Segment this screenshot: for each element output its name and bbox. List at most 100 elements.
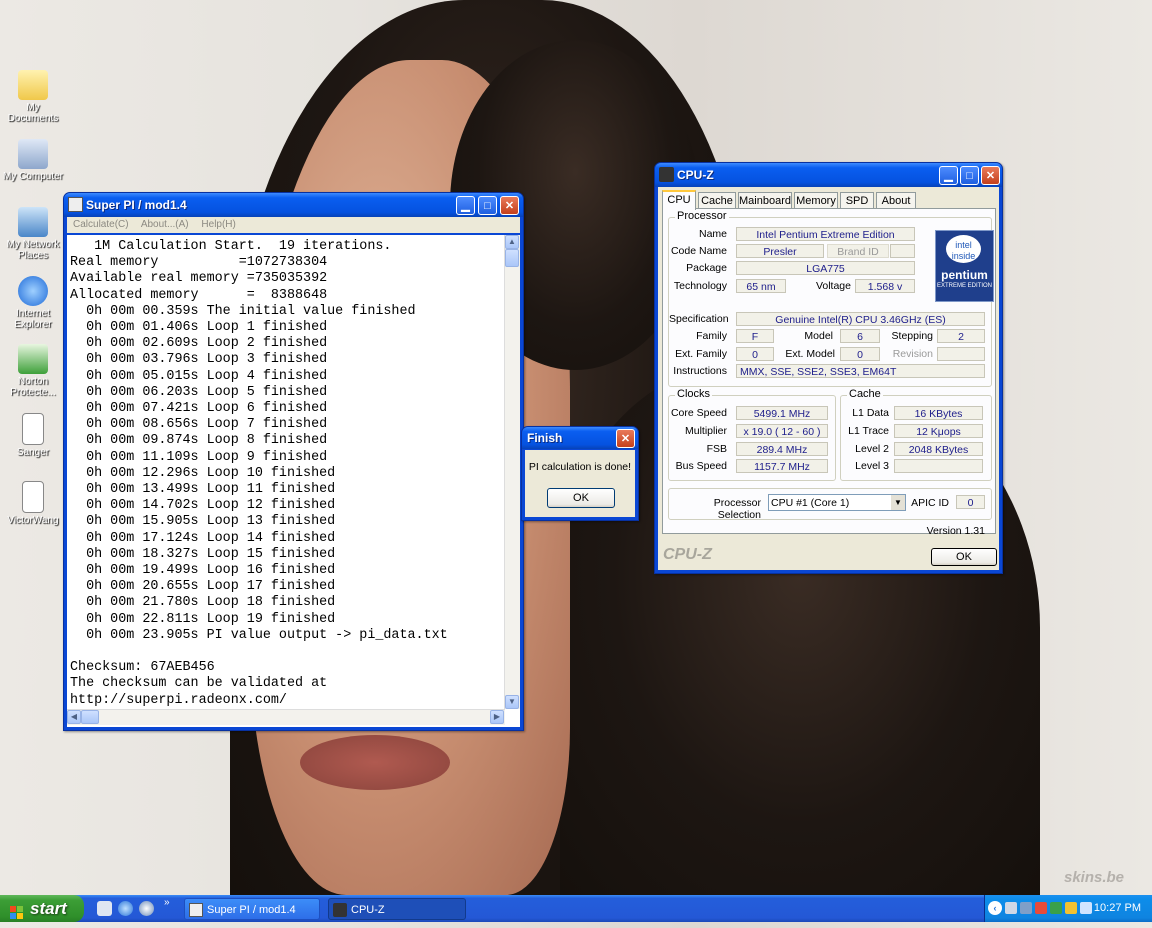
cpu-tab-panel: Processor Name Intel Pentium Extreme Edi… — [662, 208, 996, 534]
vertical-scrollbar[interactable]: ▲ ▼ — [504, 235, 520, 709]
scroll-left-icon[interactable]: ◀ — [67, 710, 81, 724]
clock[interactable]: 10:27 PM — [1094, 895, 1141, 922]
brandid-label: Brand ID — [827, 244, 889, 258]
superpi-app-icon — [68, 197, 83, 212]
model-field: 6 — [840, 329, 880, 343]
hscroll-thumb[interactable] — [81, 710, 99, 724]
core-speed-field: 5499.1 MHz — [736, 406, 828, 420]
superpi-task-icon — [189, 903, 203, 917]
text-file-icon — [22, 413, 44, 445]
superpi-title: Super PI / mod1.4 — [86, 198, 187, 212]
folder-icon — [18, 70, 48, 100]
ie-icon — [18, 276, 48, 306]
tray-expand-icon[interactable]: ‹ — [988, 901, 1002, 915]
bus-speed-field: 1157.7 MHz — [736, 459, 828, 473]
brandid-field — [890, 244, 915, 258]
chevron-down-icon[interactable]: ▼ — [891, 495, 905, 510]
clocks-group: Clocks Core Speed 5499.1 MHz Multiplier … — [668, 388, 836, 481]
menu-calculate[interactable]: Calculate(C) — [73, 219, 129, 230]
tab-memory[interactable]: Memory — [794, 192, 838, 209]
finish-titlebar[interactable]: Finish ✕ — [522, 427, 638, 449]
superpi-output-area[interactable]: 1M Calculation Start. 19 iterations. Rea… — [67, 235, 520, 727]
stepping-field: 2 — [937, 329, 985, 343]
desktop-quicklaunch-icon[interactable] — [97, 901, 112, 916]
tab-mainboard[interactable]: Mainboard — [738, 192, 792, 209]
cache-group: Cache L1 Data 16 KBytes L1 Trace 12 Kμop… — [840, 388, 992, 481]
task-superpi[interactable]: Super PI / mod1.4 — [184, 898, 320, 920]
superpi-titlebar[interactable]: Super PI / mod1.4 ▁ □ ✕ — [64, 193, 523, 217]
tray-icon-1[interactable] — [1005, 902, 1017, 914]
tray-icon-4[interactable] — [1050, 902, 1062, 914]
norton-icon — [18, 344, 48, 374]
desktop-icon-internet-explorer[interactable]: Internet Explorer — [0, 276, 66, 330]
desktop-icon-my-network-places[interactable]: My Network Places — [0, 207, 66, 261]
intel-pentium-logo: intel inside pentium EXTREME EDITION — [935, 230, 994, 302]
multiplier-field: x 19.0 ( 12 - 60 ) — [736, 424, 828, 438]
cpuz-title: CPU-Z — [677, 168, 714, 182]
technology-field: 65 nm — [736, 279, 786, 293]
maximize-button[interactable]: □ — [960, 166, 979, 185]
desktop-icon-my-documents[interactable]: My Documents — [0, 70, 66, 124]
finish-dialog: Finish ✕ PI calculation is done! OK — [521, 426, 639, 521]
tab-about[interactable]: About — [876, 192, 916, 209]
ie-quicklaunch-icon[interactable] — [118, 901, 133, 916]
minimize-button[interactable]: ▁ — [939, 166, 958, 185]
fsb-field: 289.4 MHz — [736, 442, 828, 456]
cpuz-app-icon — [659, 167, 674, 182]
close-button[interactable]: ✕ — [616, 429, 635, 448]
taskbar: start » Super PI / mod1.4 CPU-Z ‹ 10:27 … — [0, 895, 1152, 922]
wallpaper-watermark: skins.be — [1064, 869, 1125, 886]
desktop-icon-victorwang[interactable]: VictorWang — [0, 481, 66, 526]
finish-message: PI calculation is done! — [528, 461, 632, 473]
maximize-button[interactable]: □ — [478, 196, 497, 215]
desktop-icon-sanger[interactable]: Sanger — [0, 413, 66, 458]
menu-help[interactable]: Help(H) — [201, 219, 235, 230]
voltage-field: 1.568 v — [855, 279, 915, 293]
ext-model-field: 0 — [840, 347, 880, 361]
minimize-button[interactable]: ▁ — [456, 196, 475, 215]
version-label: Version 1.31 — [926, 525, 985, 537]
specification-field: Genuine Intel(R) CPU 3.46GHz (ES) — [736, 312, 985, 326]
media-player-quicklaunch-icon[interactable] — [139, 901, 154, 916]
desktop-icon-norton[interactable]: Norton Protecte... — [0, 344, 66, 398]
cpuz-window: CPU-Z ▁ □ ✕ CPU Cache Mainboard Memory S… — [654, 162, 1003, 574]
l1-data-field: 16 KBytes — [894, 406, 983, 420]
task-cpuz[interactable]: CPU-Z — [328, 898, 466, 920]
processor-selection-dropdown[interactable]: CPU #1 (Core 1) ▼ — [768, 494, 906, 511]
cpuz-task-icon — [333, 903, 347, 917]
tray-icon-3[interactable] — [1035, 902, 1047, 914]
desktop-icon-my-computer[interactable]: My Computer — [0, 139, 66, 182]
quicklaunch-expand-icon[interactable]: » — [164, 897, 170, 908]
volume-icon[interactable] — [1080, 902, 1092, 914]
selection-group: Processor Selection CPU #1 (Core 1) ▼ AP… — [668, 488, 992, 521]
start-button[interactable]: start — [0, 895, 84, 922]
cpuz-body: CPU Cache Mainboard Memory SPD About Pro… — [658, 187, 999, 570]
close-button[interactable]: ✕ — [500, 196, 519, 215]
computer-icon — [18, 139, 48, 169]
menu-about[interactable]: About...(A) — [141, 219, 189, 230]
close-button[interactable]: ✕ — [981, 166, 1000, 185]
tab-cache[interactable]: Cache — [698, 192, 736, 209]
package-field: LGA775 — [736, 261, 915, 275]
text-file-icon — [22, 481, 44, 513]
codename-field: Presler — [736, 244, 824, 258]
family-field: F — [736, 329, 774, 343]
cpuz-titlebar[interactable]: CPU-Z ▁ □ ✕ — [655, 163, 1002, 187]
windows-flag-icon — [10, 901, 24, 919]
tab-spd[interactable]: SPD — [840, 192, 874, 209]
finish-title: Finish — [527, 431, 563, 445]
scroll-up-icon[interactable]: ▲ — [505, 235, 519, 249]
scroll-right-icon[interactable]: ▶ — [490, 710, 504, 724]
scroll-down-icon[interactable]: ▼ — [505, 695, 519, 709]
scroll-thumb[interactable] — [505, 249, 519, 267]
tab-cpu[interactable]: CPU — [662, 190, 696, 210]
horizontal-scrollbar[interactable]: ◀ ▶ — [67, 709, 505, 725]
tray-icon-5[interactable] — [1065, 902, 1077, 914]
finish-dialog-body: PI calculation is done! OK — [525, 450, 635, 517]
level2-field: 2048 KBytes — [894, 442, 983, 456]
tray-icon-2[interactable] — [1020, 902, 1032, 914]
l1-trace-field: 12 Kμops — [894, 424, 983, 438]
ok-button[interactable]: OK — [931, 548, 997, 566]
instructions-field: MMX, SSE, SSE2, SSE3, EM64T — [736, 364, 985, 378]
ok-button[interactable]: OK — [547, 488, 615, 508]
